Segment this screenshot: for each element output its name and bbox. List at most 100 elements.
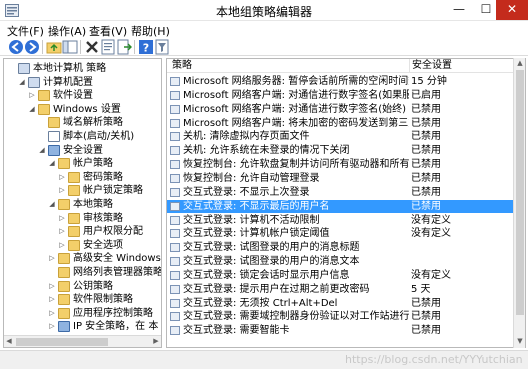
collapse-arrow-icon[interactable]: ◢	[48, 198, 56, 211]
tree-item[interactable]: ▷ IP 安全策略，在 本	[4, 320, 161, 333]
expand-arrow-icon[interactable]: ▷	[48, 320, 56, 333]
table-row[interactable]: Microsoft 网络服务器: 暂停会话前所需的空闲时间数量 15 分钟	[167, 75, 515, 88]
policy-setting-icon	[170, 132, 180, 142]
minimize-button[interactable]: —	[444, 0, 474, 20]
security-setting-value: 已启用	[411, 89, 441, 101]
security-setting-value: 已禁用	[411, 159, 441, 171]
tree-item[interactable]: ▷ 应用程序控制策略	[4, 307, 161, 320]
policy-setting-icon	[170, 312, 180, 322]
properties-icon[interactable]	[100, 39, 116, 55]
table-row[interactable]: 交互式登录: 锁定会话时显示用户信息 没有定义	[167, 269, 515, 282]
tree-item[interactable]: 域名解析策略	[4, 116, 161, 129]
tree-item[interactable]: 网络列表管理器策略	[4, 266, 161, 279]
close-button[interactable]: ✕	[496, 0, 528, 20]
tree-item[interactable]: ◢ 计算机配置	[4, 76, 161, 89]
folder-icon	[68, 239, 80, 251]
console-tree[interactable]: 本地计算机 策略 ◢ 计算机配置 ▷ 软件设置 ◢ Windows 设置 域名解析策略 脚本(启…	[3, 58, 162, 348]
scroll-up-arrow-icon[interactable]: ▲	[515, 58, 525, 69]
expand-arrow-icon[interactable]: ▷	[58, 225, 66, 238]
table-row[interactable]: 关机: 允许系统在未登录的情况下关闭 已禁用	[167, 144, 515, 157]
scrollbar-thumb[interactable]	[516, 70, 524, 315]
tree-item[interactable]: ◢ 本地策略	[4, 198, 161, 211]
table-row[interactable]: 交互式登录: 不显示上次登录 已禁用	[167, 186, 515, 199]
policy-name: 交互式登录: 计算机帐户锁定阈值	[183, 228, 330, 240]
scroll-down-arrow-icon[interactable]: ▼	[515, 336, 525, 347]
collapse-arrow-icon[interactable]: ◢	[28, 103, 36, 116]
tree-item-label: 安全设置	[63, 144, 103, 156]
folder-icon	[48, 117, 60, 129]
collapse-arrow-icon[interactable]: ◢	[38, 144, 46, 157]
tree-item[interactable]: ▷ 软件限制策略	[4, 293, 161, 306]
policy-setting-icon	[170, 104, 180, 114]
column-header-security-setting[interactable]: 安全设置	[410, 59, 515, 72]
expand-arrow-icon[interactable]: ▷	[48, 252, 56, 265]
policy-setting-icon	[170, 160, 180, 170]
expand-arrow-icon[interactable]: ▷	[48, 307, 56, 320]
tree-item-label: 用户权限分配	[83, 226, 143, 238]
table-row[interactable]: 交互式登录: 不显示最后的用户名 已禁用	[167, 199, 515, 213]
tree-horizontal-scrollbar[interactable]: ◀ ▶	[4, 335, 161, 347]
tree-item[interactable]: ▷ 审核策略	[4, 212, 161, 225]
tree-item[interactable]: ◢ 帐户策略	[4, 157, 161, 170]
folder-icon	[58, 253, 70, 265]
table-row[interactable]: Microsoft 网络客户端: 对通信进行数字签名(始终) 已禁用	[167, 103, 515, 116]
delete-icon[interactable]	[84, 39, 100, 55]
table-row[interactable]: 交互式登录: 提示用户在过期之前更改密码 5 天	[167, 283, 515, 296]
expand-arrow-icon[interactable]: ▷	[48, 280, 56, 293]
expand-arrow-icon[interactable]: ▷	[48, 293, 56, 306]
policy-name: 交互式登录: 不显示最后的用户名	[183, 200, 330, 212]
tree-item[interactable]: 脚本(启动/关机)	[4, 130, 161, 143]
expand-arrow-icon[interactable]: ▷	[58, 171, 66, 184]
expand-arrow-icon[interactable]: ▷	[58, 239, 66, 252]
up-folder-icon[interactable]	[46, 39, 62, 55]
filter-icon[interactable]	[154, 39, 170, 55]
table-row[interactable]: 交互式登录: 计算机帐户锁定阈值 没有定义	[167, 227, 515, 240]
tree-item[interactable]: ▷ 高级安全 Windows	[4, 252, 161, 265]
tree-item[interactable]: 本地计算机 策略	[4, 62, 161, 75]
expand-arrow-icon[interactable]: ▷	[58, 184, 66, 197]
tree-item[interactable]: ▷ 安全选项	[4, 239, 161, 252]
table-row[interactable]: 交互式登录: 试图登录的用户的消息文本	[167, 255, 515, 268]
policy-setting-icon	[170, 326, 180, 336]
table-row[interactable]: 交互式登录: 需要域控制器身份验证以对工作站进行解锁 已禁用	[167, 310, 515, 323]
computer-icon	[28, 76, 40, 88]
tree-item-label: 软件设置	[53, 90, 93, 102]
column-header-policy[interactable]: 策略	[167, 59, 410, 72]
menu-action[interactable]: 操作(A)	[48, 23, 86, 39]
scrollbar-thumb[interactable]	[16, 338, 108, 346]
table-row[interactable]: 关机: 清除虚拟内存页面文件 已禁用	[167, 130, 515, 143]
tree-item[interactable]: ▷ 公钥策略	[4, 280, 161, 293]
expand-arrow-icon[interactable]: ▷	[28, 89, 36, 102]
table-row[interactable]: Microsoft 网络客户端: 对通信进行数字签名(如果服务器允...已启用	[167, 89, 515, 102]
scroll-left-arrow-icon[interactable]: ◀	[4, 336, 14, 347]
tree-item-label: 本地策略	[73, 199, 113, 210]
table-row[interactable]: Microsoft 网络客户端: 将未加密的密码发送到第三方 SMB...已禁用	[167, 117, 515, 130]
tree-item[interactable]: ▷ 密码策略	[4, 171, 161, 184]
show-hide-tree-icon[interactable]	[62, 39, 78, 55]
table-row[interactable]: 交互式登录: 需要智能卡 已禁用	[167, 324, 515, 337]
scroll-right-arrow-icon[interactable]: ▶	[151, 336, 161, 347]
tree-item[interactable]: ◢ 安全设置	[4, 144, 161, 157]
forward-icon[interactable]	[24, 39, 40, 55]
table-row[interactable]: 恢复控制台: 允许自动管理登录 已禁用	[167, 172, 515, 185]
collapse-arrow-icon[interactable]: ◢	[48, 157, 56, 170]
tree-item[interactable]: ▷ 帐户锁定策略	[4, 184, 161, 197]
help-icon[interactable]: ?	[138, 39, 154, 55]
security-setting-value: 已禁用	[411, 103, 441, 115]
export-list-icon[interactable]	[116, 39, 132, 55]
menu-help[interactable]: 帮助(H)	[131, 23, 170, 39]
policy-setting-icon	[170, 270, 180, 280]
table-row[interactable]: 交互式登录: 无须按 Ctrl+Alt+Del 已禁用	[167, 297, 515, 310]
menu-view[interactable]: 查看(V)	[89, 23, 127, 39]
menu-file[interactable]: 文件(F)	[7, 23, 44, 39]
list-vertical-scrollbar[interactable]: ▲ ▼	[513, 58, 525, 348]
table-row[interactable]: 交互式登录: 试图登录的用户的消息标题	[167, 241, 515, 254]
table-row[interactable]: 交互式登录: 计算机不活动限制 没有定义	[167, 214, 515, 227]
table-row[interactable]: 恢复控制台: 允许软盘复制并访问所有驱动器和所有文件夹已禁用	[167, 158, 515, 171]
expand-arrow-icon[interactable]: ▷	[58, 212, 66, 225]
tree-item[interactable]: ◢ Windows 设置	[4, 103, 161, 116]
tree-item[interactable]: ▷ 用户权限分配	[4, 225, 161, 238]
back-icon[interactable]	[8, 39, 24, 55]
collapse-arrow-icon[interactable]: ◢	[18, 76, 26, 89]
tree-item[interactable]: ▷ 软件设置	[4, 89, 161, 102]
